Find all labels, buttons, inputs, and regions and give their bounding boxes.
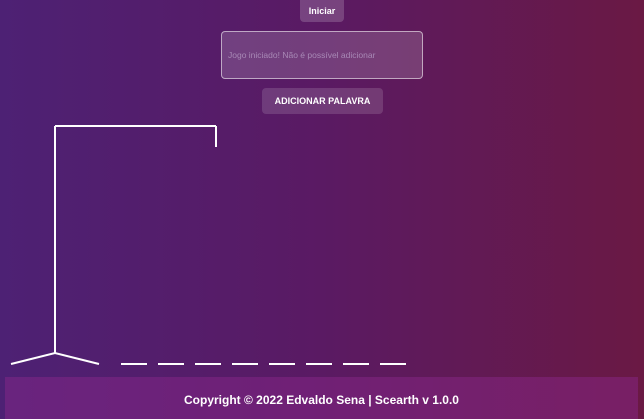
hangman-gallows (10, 125, 406, 365)
footer: Copyright © 2022 Edvaldo Sena | Scearth … (5, 377, 638, 419)
gallows-base (10, 351, 100, 365)
copyright-text: Copyright © 2022 Edvaldo Sena | Scearth … (184, 393, 459, 407)
